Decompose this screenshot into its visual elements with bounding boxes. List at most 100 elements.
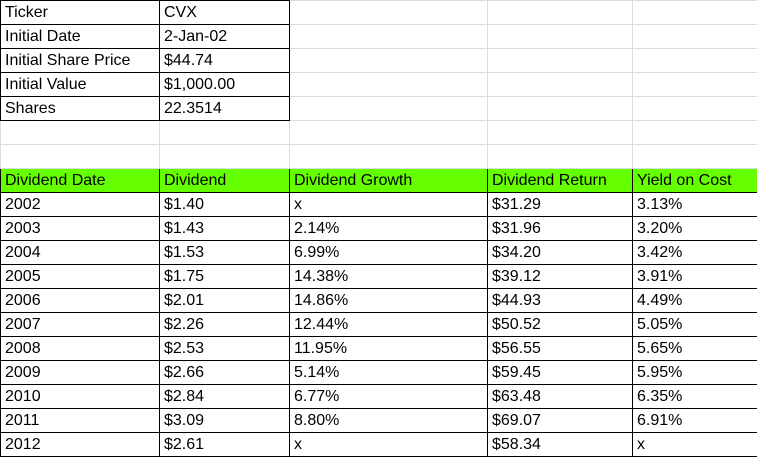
header-dividend-return[interactable]: Dividend Return bbox=[487, 168, 633, 193]
empty-cell[interactable] bbox=[632, 24, 757, 49]
cell-yield[interactable]: 3.13% bbox=[632, 192, 757, 217]
header-dividend-date[interactable]: Dividend Date bbox=[0, 168, 160, 193]
cell-yield[interactable]: 6.91% bbox=[632, 408, 757, 433]
cell-growth[interactable]: 6.77% bbox=[289, 384, 488, 409]
cell-return[interactable]: $59.45 bbox=[487, 360, 633, 385]
cell-return[interactable]: $63.48 bbox=[487, 384, 633, 409]
info-value-initial-date[interactable]: 2-Jan-02 bbox=[159, 24, 290, 49]
cell-return[interactable]: $31.29 bbox=[487, 192, 633, 217]
header-dividend[interactable]: Dividend bbox=[159, 168, 290, 193]
cell-dividend[interactable]: $2.01 bbox=[159, 288, 290, 313]
cell-dividend[interactable]: $2.84 bbox=[159, 384, 290, 409]
cell-date[interactable]: 2005 bbox=[0, 264, 160, 289]
info-label-shares[interactable]: Shares bbox=[0, 96, 160, 121]
cell-yield[interactable]: 3.20% bbox=[632, 216, 757, 241]
cell-dividend[interactable]: $1.75 bbox=[159, 264, 290, 289]
cell-date[interactable]: 2010 bbox=[0, 384, 160, 409]
cell-return[interactable]: $31.96 bbox=[487, 216, 633, 241]
cell-yield[interactable]: 5.65% bbox=[632, 336, 757, 361]
table-row: 2003 $1.43 2.14% $31.96 3.20% bbox=[0, 216, 757, 241]
header-dividend-growth[interactable]: Dividend Growth bbox=[289, 168, 488, 193]
info-label-initial-value[interactable]: Initial Value bbox=[0, 72, 160, 97]
empty-cell[interactable] bbox=[289, 96, 488, 121]
cell-date[interactable]: 2007 bbox=[0, 312, 160, 337]
cell-growth[interactable]: 2.14% bbox=[289, 216, 488, 241]
cell-dividend[interactable]: $2.26 bbox=[159, 312, 290, 337]
cell-date[interactable]: 2011 bbox=[0, 408, 160, 433]
empty-cell[interactable] bbox=[159, 144, 290, 169]
table-row: 2007 $2.26 12.44% $50.52 5.05% bbox=[0, 312, 757, 337]
empty-cell[interactable] bbox=[289, 48, 488, 73]
cell-yield[interactable]: 4.49% bbox=[632, 288, 757, 313]
cell-dividend[interactable]: $2.66 bbox=[159, 360, 290, 385]
empty-cell[interactable] bbox=[0, 144, 160, 169]
cell-return[interactable]: $34.20 bbox=[487, 240, 633, 265]
cell-date[interactable]: 2002 bbox=[0, 192, 160, 217]
empty-cell[interactable] bbox=[632, 144, 757, 169]
empty-cell[interactable] bbox=[632, 96, 757, 121]
info-label-initial-share-price[interactable]: Initial Share Price bbox=[0, 48, 160, 73]
empty-cell[interactable] bbox=[159, 120, 290, 145]
empty-cell[interactable] bbox=[487, 48, 633, 73]
cell-growth[interactable]: 6.99% bbox=[289, 240, 488, 265]
cell-dividend[interactable]: $3.09 bbox=[159, 408, 290, 433]
empty-cell[interactable] bbox=[0, 120, 160, 145]
cell-growth[interactable]: 12.44% bbox=[289, 312, 488, 337]
empty-cell[interactable] bbox=[289, 0, 488, 25]
info-label-ticker[interactable]: Ticker bbox=[0, 0, 160, 25]
empty-cell[interactable] bbox=[289, 72, 488, 97]
cell-date[interactable]: 2008 bbox=[0, 336, 160, 361]
empty-cell[interactable] bbox=[487, 144, 633, 169]
empty-cell[interactable] bbox=[632, 120, 757, 145]
cell-date[interactable]: 2003 bbox=[0, 216, 160, 241]
table-row: 2009 $2.66 5.14% $59.45 5.95% bbox=[0, 360, 757, 385]
cell-return[interactable]: $58.34 bbox=[487, 432, 633, 457]
cell-dividend[interactable]: $1.40 bbox=[159, 192, 290, 217]
header-yield-on-cost[interactable]: Yield on Cost bbox=[632, 168, 757, 193]
cell-yield[interactable]: 6.35% bbox=[632, 384, 757, 409]
cell-yield[interactable]: 3.42% bbox=[632, 240, 757, 265]
empty-cell[interactable] bbox=[632, 72, 757, 97]
info-value-initial-share-price[interactable]: $44.74 bbox=[159, 48, 290, 73]
empty-cell[interactable] bbox=[487, 24, 633, 49]
table-row: 2005 $1.75 14.38% $39.12 3.91% bbox=[0, 264, 757, 289]
info-value-initial-value[interactable]: $1,000.00 bbox=[159, 72, 290, 97]
empty-cell[interactable] bbox=[289, 144, 488, 169]
cell-growth[interactable]: x bbox=[289, 432, 488, 457]
cell-growth[interactable]: 8.80% bbox=[289, 408, 488, 433]
cell-date[interactable]: 2006 bbox=[0, 288, 160, 313]
cell-growth[interactable]: 14.38% bbox=[289, 264, 488, 289]
table-row: 2011 $3.09 8.80% $69.07 6.91% bbox=[0, 408, 757, 433]
cell-dividend[interactable]: $1.53 bbox=[159, 240, 290, 265]
cell-yield[interactable]: 5.95% bbox=[632, 360, 757, 385]
empty-cell[interactable] bbox=[289, 24, 488, 49]
cell-return[interactable]: $44.93 bbox=[487, 288, 633, 313]
cell-yield[interactable]: 3.91% bbox=[632, 264, 757, 289]
cell-yield[interactable]: 5.05% bbox=[632, 312, 757, 337]
cell-yield[interactable]: x bbox=[632, 432, 757, 457]
empty-cell[interactable] bbox=[632, 48, 757, 73]
cell-date[interactable]: 2012 bbox=[0, 432, 160, 457]
cell-date[interactable]: 2009 bbox=[0, 360, 160, 385]
empty-cell[interactable] bbox=[487, 72, 633, 97]
cell-growth[interactable]: x bbox=[289, 192, 488, 217]
cell-growth[interactable]: 5.14% bbox=[289, 360, 488, 385]
info-value-shares[interactable]: 22.3514 bbox=[159, 96, 290, 121]
empty-cell[interactable] bbox=[487, 0, 633, 25]
info-value-ticker[interactable]: CVX bbox=[159, 0, 290, 25]
cell-return[interactable]: $56.55 bbox=[487, 336, 633, 361]
cell-return[interactable]: $39.12 bbox=[487, 264, 633, 289]
info-label-initial-date[interactable]: Initial Date bbox=[0, 24, 160, 49]
empty-cell[interactable] bbox=[487, 120, 633, 145]
cell-return[interactable]: $50.52 bbox=[487, 312, 633, 337]
empty-cell[interactable] bbox=[632, 0, 757, 25]
cell-dividend[interactable]: $2.61 bbox=[159, 432, 290, 457]
cell-dividend[interactable]: $1.43 bbox=[159, 216, 290, 241]
cell-growth[interactable]: 11.95% bbox=[289, 336, 488, 361]
cell-dividend[interactable]: $2.53 bbox=[159, 336, 290, 361]
empty-cell[interactable] bbox=[289, 120, 488, 145]
cell-return[interactable]: $69.07 bbox=[487, 408, 633, 433]
empty-cell[interactable] bbox=[487, 96, 633, 121]
cell-date[interactable]: 2004 bbox=[0, 240, 160, 265]
cell-growth[interactable]: 14.86% bbox=[289, 288, 488, 313]
